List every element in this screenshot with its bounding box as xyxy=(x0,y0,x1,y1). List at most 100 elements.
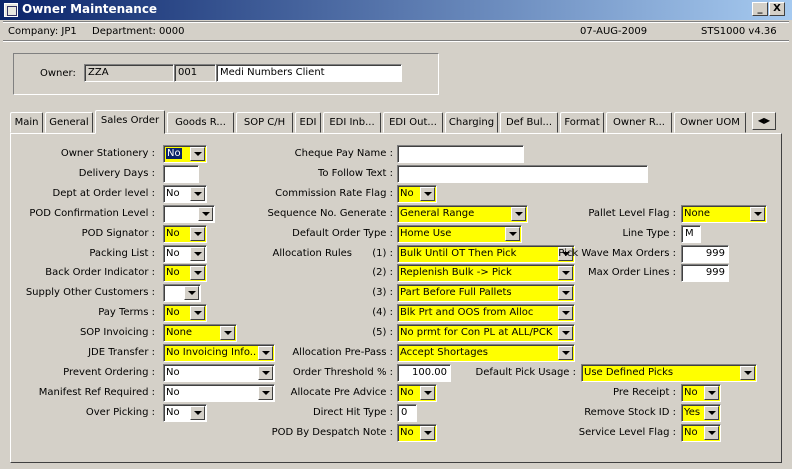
chevron-down-icon[interactable] xyxy=(190,147,205,161)
owner-code-field[interactable]: ZZA xyxy=(84,64,174,82)
allocation-rule-3-select[interactable]: Part Before Full Pallets xyxy=(397,284,575,303)
tab-edi-inb[interactable]: EDI Inb... xyxy=(323,112,381,133)
pay-terms-select[interactable]: No xyxy=(163,304,207,323)
tab-scroll-button[interactable]: ◀▶ xyxy=(752,112,776,130)
allocation-rule-2-select[interactable]: Replenish Bulk -> Pick xyxy=(397,264,575,283)
chevron-down-icon[interactable] xyxy=(184,286,199,301)
chevron-down-icon[interactable] xyxy=(190,405,205,420)
sales-order-panel: Owner Stationery : No Delivery Days : Dept … xyxy=(10,133,782,463)
tab-owner-r[interactable]: Owner R... xyxy=(606,112,672,133)
chevron-down-icon[interactable] xyxy=(704,425,719,440)
prevent-ordering-select[interactable]: No xyxy=(163,363,275,382)
manifest-ref-required-select-value: No xyxy=(166,386,180,398)
pallet-level-flag-select[interactable]: None xyxy=(681,204,767,223)
chevron-down-icon[interactable] xyxy=(220,326,235,341)
chevron-down-icon[interactable] xyxy=(258,365,273,380)
chevron-down-icon[interactable] xyxy=(750,206,765,221)
tab-sop-c-h[interactable]: SOP C/H xyxy=(236,112,293,133)
chevron-down-icon[interactable] xyxy=(558,306,573,321)
allocation-rules-label: Allocation Rules xyxy=(272,247,352,259)
cheque-pay-name-label: Cheque Pay Name : xyxy=(294,148,393,159)
cheque-pay-name-field[interactable] xyxy=(397,145,524,163)
allocation-rules-select[interactable]: Bulk Until OT Then Pick xyxy=(397,244,575,263)
chevron-down-icon[interactable] xyxy=(505,226,520,241)
allocation-rule-index: (4) : xyxy=(372,307,393,319)
default-pick-usage-select-value: Use Defined Picks xyxy=(584,366,674,378)
dept-at-order-level-select[interactable]: No xyxy=(163,184,207,203)
allocation-pre-pass-select[interactable]: Accept Shortages xyxy=(397,344,575,362)
manifest-ref-required-select[interactable]: No xyxy=(163,383,275,402)
pod-signator-select[interactable]: No xyxy=(163,224,207,243)
chevron-down-icon[interactable] xyxy=(258,385,273,400)
pod-by-despatch-note-select[interactable]: No xyxy=(397,423,437,442)
allocation-rule-4-select[interactable]: Blk Prt and OOS from Alloc xyxy=(397,304,575,323)
pod-confirmation-level-select[interactable] xyxy=(163,204,215,223)
chevron-down-icon[interactable] xyxy=(704,385,719,400)
close-button[interactable]: X xyxy=(769,2,785,16)
delivery-days-field[interactable] xyxy=(163,164,199,183)
chevron-down-icon[interactable] xyxy=(558,286,573,301)
tab-format[interactable]: Format xyxy=(560,112,604,133)
chevron-down-icon[interactable] xyxy=(190,266,205,281)
window-title: Owner Maintenance xyxy=(22,2,158,16)
direct-hit-type-field[interactable]: 0 xyxy=(397,403,417,422)
tab-sales-order[interactable]: Sales Order xyxy=(95,110,165,134)
commission-rate-flag-select[interactable]: No xyxy=(397,184,437,203)
remove-stock-id-select[interactable]: Yes xyxy=(681,403,721,422)
chevron-down-icon[interactable] xyxy=(198,206,213,221)
chevron-down-icon[interactable] xyxy=(740,365,755,380)
tab-owner-uom[interactable]: Owner UOM xyxy=(674,112,746,133)
chevron-down-icon[interactable] xyxy=(420,425,435,440)
tab-goods-r[interactable]: Goods R... xyxy=(167,112,234,133)
owner-stationery-select[interactable]: No xyxy=(163,145,207,163)
tab-edi-out[interactable]: EDI Out... xyxy=(383,112,443,133)
sop-invoicing-select[interactable]: None xyxy=(163,324,237,343)
minimize-button[interactable]: _ xyxy=(752,2,768,16)
over-picking-select[interactable]: No xyxy=(163,403,207,422)
service-level-flag-select[interactable]: No xyxy=(681,423,721,442)
line-type-field[interactable]: M xyxy=(681,224,701,243)
packing-list-select[interactable]: No xyxy=(163,244,207,263)
tab-charging[interactable]: Charging xyxy=(445,112,498,133)
owner-stationery-select-value: No xyxy=(166,148,182,159)
jde-transfer-select[interactable]: No Invoicing Info... xyxy=(163,344,275,362)
supply-other-customers-label: Supply Other Customers : xyxy=(25,287,155,299)
pre-receipt-select[interactable]: No xyxy=(681,383,721,402)
pick-wave-max-orders-field[interactable]: 999 xyxy=(681,244,729,263)
chevron-down-icon[interactable] xyxy=(420,186,435,201)
chevron-down-icon[interactable] xyxy=(420,385,435,400)
over-picking-select-value: No xyxy=(166,406,180,418)
allocation-rule-5-select[interactable]: No prmt for Con PL at ALL/PCK xyxy=(397,324,575,343)
chevron-down-icon[interactable] xyxy=(558,266,573,281)
sequence-no-generate-select[interactable]: General Range xyxy=(397,204,528,223)
default-pick-usage-select[interactable]: Use Defined Picks xyxy=(581,363,757,382)
chevron-down-icon[interactable] xyxy=(558,346,573,360)
allocation-pre-pass-label: Allocation Pre-Pass : xyxy=(292,347,393,358)
chevron-down-icon[interactable] xyxy=(190,186,205,201)
chevron-down-icon[interactable] xyxy=(190,226,205,241)
chevron-down-icon[interactable] xyxy=(190,306,205,321)
sequence-no-generate-select-value: General Range xyxy=(400,207,475,219)
to-follow-text-field[interactable] xyxy=(397,164,648,183)
allocate-pre-advice-select[interactable]: No xyxy=(397,383,437,402)
max-order-lines-label: Max Order Lines : xyxy=(587,267,676,279)
chevron-down-icon[interactable] xyxy=(704,405,719,420)
chevron-down-icon[interactable] xyxy=(190,246,205,261)
tab-main[interactable]: Main xyxy=(10,112,43,133)
tab-edi[interactable]: EDI xyxy=(295,112,321,133)
chevron-down-icon[interactable] xyxy=(511,206,526,221)
owner-label: Owner: xyxy=(40,68,76,79)
owner-name-field[interactable]: Medi Numbers Client xyxy=(216,64,402,82)
supply-other-customers-select[interactable] xyxy=(163,284,201,303)
tab-general[interactable]: General xyxy=(45,112,93,133)
default-order-type-select[interactable]: Home Use xyxy=(397,224,522,243)
commission-rate-flag-select-value: No xyxy=(400,187,414,199)
order-threshold-field[interactable]: 100.00 xyxy=(397,363,451,382)
chevron-down-icon[interactable] xyxy=(258,346,273,360)
max-order-lines-field[interactable]: 999 xyxy=(681,264,729,283)
owner-number-field[interactable]: 001 xyxy=(174,64,216,82)
version-label: STS1000 v4.36 xyxy=(701,26,777,37)
back-order-indicator-select[interactable]: No xyxy=(163,264,207,283)
chevron-down-icon[interactable] xyxy=(558,326,573,341)
tab-def-bul[interactable]: Def Bul... xyxy=(500,112,558,133)
